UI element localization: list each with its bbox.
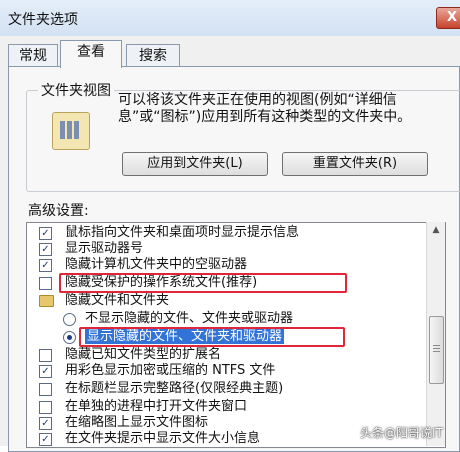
advanced-settings-list[interactable]: ✓ 鼠标指向文件夹和桌面项时显示提示信息 ✓ 显示驱动器号 ✓ 隐藏计算机文件夹… (26, 222, 446, 448)
folder-view-icon (52, 112, 90, 150)
vertical-scrollbar[interactable]: ▲ (426, 222, 445, 446)
list-item[interactable]: ✓ 在缩略图上显示文件图标 (39, 415, 208, 430)
scrollbar-thumb[interactable] (429, 316, 444, 384)
close-icon: X (446, 10, 458, 25)
list-item[interactable]: ✓ 显示驱动器号 (39, 241, 143, 256)
folder-view-title: 文件夹视图 (38, 80, 114, 100)
checkbox[interactable]: ✓ (39, 349, 52, 362)
reset-folders-button[interactable]: 重置文件夹(R) (282, 152, 428, 176)
list-item[interactable]: ✓ 在文件夹提示中显示文件大小信息 (39, 431, 260, 446)
title-bar: 文件夹选项 X (0, 0, 460, 36)
tab-view[interactable]: 查看 (60, 40, 122, 68)
highlight-box-protected-files (59, 273, 347, 293)
list-item-hidden-files-group: 隐藏文件和文件夹 (39, 293, 169, 308)
list-item[interactable]: ✓ 用彩色显示加密或压缩的 NTFS 文件 (39, 363, 275, 378)
list-item[interactable]: ✓ 鼠标指向文件夹和桌面项时显示提示信息 (39, 225, 299, 240)
checkbox[interactable]: ✓ (39, 401, 52, 414)
checkbox[interactable]: ✓ (39, 417, 52, 430)
list-item[interactable]: ✓ 在单独的进程中打开文件夹窗口 (39, 399, 247, 414)
window-title: 文件夹选项 (8, 12, 78, 28)
tab-general[interactable]: 常规 (8, 44, 58, 67)
advanced-settings-label: 高级设置: (28, 203, 89, 219)
list-item[interactable]: 不显示隐藏的文件、文件夹或驱动器 (63, 311, 293, 326)
list-item[interactable]: ✓ 隐藏计算机文件夹中的空驱动器 (39, 257, 247, 272)
checkbox[interactable]: ✓ (39, 259, 52, 272)
list-item[interactable]: ✓ 隐藏已知文件类型的扩展名 (39, 347, 221, 362)
radio-button-selected[interactable] (63, 331, 76, 344)
checkbox[interactable]: ✓ (39, 383, 52, 396)
radio-button[interactable] (63, 313, 76, 326)
close-button[interactable]: X (436, 7, 460, 29)
watermark: 头条@阳哥说IT (360, 426, 443, 440)
checkbox[interactable]: ✓ (39, 365, 52, 378)
folder-icon (39, 295, 54, 307)
checkbox[interactable]: ✓ (39, 243, 52, 256)
scroll-up-icon[interactable]: ▲ (427, 222, 445, 239)
apply-to-folders-button[interactable]: 应用到文件夹(L) (122, 152, 268, 176)
highlight-box-show-hidden (79, 327, 345, 347)
folder-view-description: 可以将该文件夹正在使用的视图(例如“详细信息”或“图标”)应用到所有这种类型的文… (118, 92, 412, 125)
checkbox[interactable]: ✓ (39, 227, 52, 240)
list-item[interactable]: ✓ 在标题栏显示完整路径(仅限经典主题) (39, 381, 283, 396)
tab-search[interactable]: 搜索 (126, 44, 180, 67)
checkbox[interactable]: ✓ (39, 433, 52, 446)
checkbox[interactable]: ✓ (39, 277, 52, 290)
